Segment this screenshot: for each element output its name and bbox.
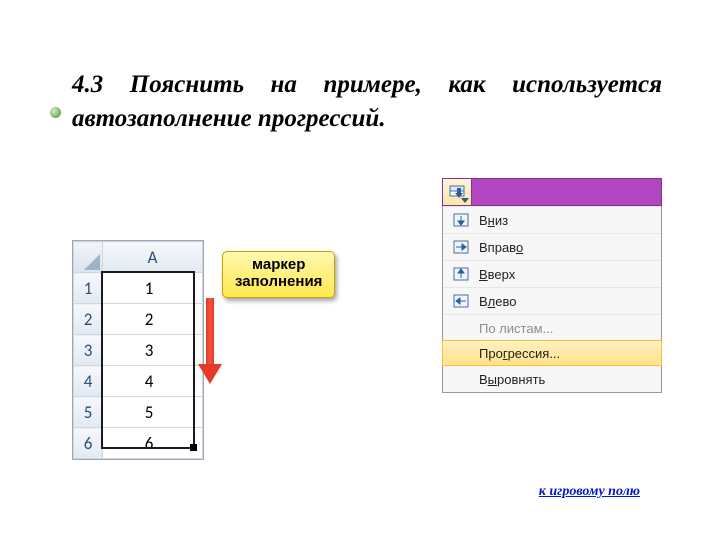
blank-icon [451,320,471,336]
arrow-right-icon [451,239,471,255]
fill-menu-header [442,178,662,206]
cell[interactable]: 5 [103,397,203,428]
menu-item[interactable]: Вправо [443,233,661,260]
cell[interactable]: 6 [103,428,203,459]
fill-down-icon [449,185,465,199]
row-header[interactable]: 3 [74,335,103,366]
cell[interactable]: 2 [103,304,203,335]
row-header[interactable]: 1 [74,273,103,304]
menu-item-label: По листам... [479,321,553,336]
back-to-board-link[interactable]: к игровому полю [539,484,640,500]
menu-item-label: Вправо [479,240,523,255]
menu-item-label: Вниз [479,213,508,228]
menu-item-label: Прогрессия... [479,346,560,361]
bullet-icon [50,107,61,118]
menu-item[interactable]: Прогрессия... [442,340,662,366]
row-header[interactable]: 2 [74,304,103,335]
menu-item: По листам... [443,314,661,341]
menu-item-label: Влево [479,294,517,309]
row-header[interactable]: 6 [74,428,103,459]
menu-item[interactable]: Вниз [443,206,661,233]
arrow-left-icon [451,293,471,309]
select-all-corner[interactable] [74,242,103,273]
menu-item-label: Вверх [479,267,515,282]
blank-icon [451,371,471,387]
callout-line: заполнения [235,273,322,290]
slide-heading: 4.3 Пояснить на примере, как используетс… [72,68,662,136]
fill-menu: Вниз Вправо Вверх Влево По листам... Прогресс… [442,178,662,393]
spreadsheet: A 11 22 33 44 55 66 [72,240,204,460]
fill-dropdown-button[interactable] [443,179,472,205]
cell[interactable]: 3 [103,335,203,366]
cell[interactable]: 1 [103,273,203,304]
menu-item[interactable]: Вверх [443,260,661,287]
callout-line: маркер [235,256,322,273]
callout-fill-marker: маркер заполнения [222,251,335,298]
arrow-down-icon [451,212,471,228]
cell[interactable]: 4 [103,366,203,397]
menu-item[interactable]: Выровнять [443,365,661,392]
menu-item-label: Выровнять [479,372,545,387]
menu-item[interactable]: Влево [443,287,661,314]
chevron-down-icon [461,198,469,203]
arrow-up-icon [451,266,471,282]
fill-menu-list: Вниз Вправо Вверх Влево По листам... Прогресс… [442,206,662,393]
row-header[interactable]: 5 [74,397,103,428]
row-header[interactable]: 4 [74,366,103,397]
column-header-a[interactable]: A [103,242,203,273]
blank-icon [451,345,471,361]
